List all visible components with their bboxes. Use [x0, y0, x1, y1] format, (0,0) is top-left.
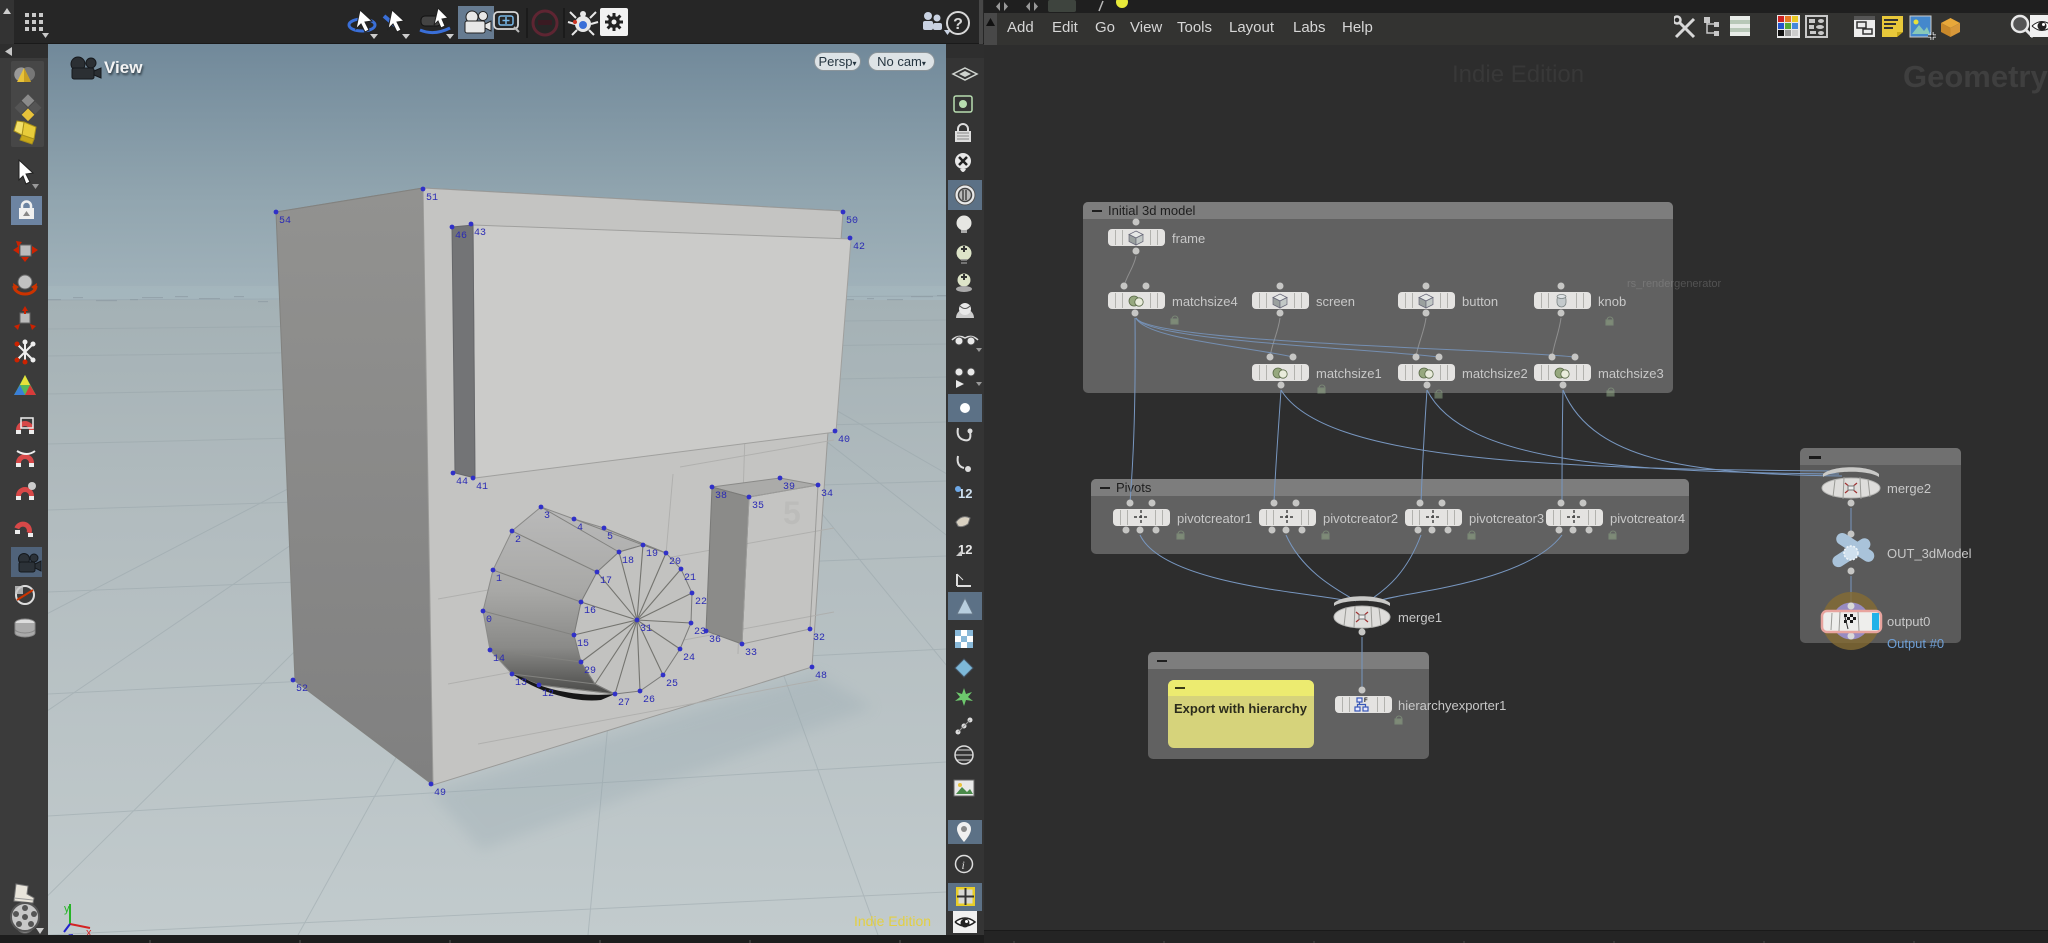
svg-text:25: 25 [666, 679, 678, 690]
svg-text:5: 5 [607, 532, 613, 543]
svg-text:48: 48 [815, 671, 827, 682]
svg-text:35: 35 [752, 501, 764, 512]
svg-text:2: 2 [515, 535, 521, 546]
svg-text:i: i [962, 858, 965, 872]
svg-text:50: 50 [846, 216, 858, 227]
svg-text:17: 17 [600, 576, 612, 587]
svg-text:3: 3 [544, 511, 550, 522]
svg-text:5: 5 [783, 495, 801, 531]
svg-text:12: 12 [542, 689, 554, 700]
svg-text:y: y [64, 903, 70, 915]
svg-text:49: 49 [434, 788, 446, 799]
svg-text:43: 43 [474, 228, 486, 239]
svg-text:31: 31 [640, 624, 652, 635]
svg-text:36: 36 [709, 635, 721, 646]
svg-text:27: 27 [618, 698, 630, 709]
svg-text:13: 13 [515, 678, 527, 689]
svg-text:21: 21 [684, 573, 696, 584]
svg-text:34: 34 [821, 489, 833, 500]
svg-text:41: 41 [476, 482, 488, 493]
svg-text:F: F [1364, 698, 1368, 704]
svg-text:33: 33 [745, 648, 757, 659]
svg-text:26: 26 [643, 695, 655, 706]
svg-text:54: 54 [279, 216, 291, 227]
svg-text:x: x [86, 927, 92, 935]
svg-text:29: 29 [584, 666, 596, 677]
svg-text:15: 15 [577, 639, 589, 650]
svg-text:46: 46 [455, 231, 467, 242]
svg-text:18: 18 [622, 556, 634, 567]
svg-text:39: 39 [783, 482, 795, 493]
svg-text:14: 14 [493, 654, 505, 665]
svg-text:Indie Edition: Indie Edition [854, 913, 931, 929]
svg-text:44: 44 [456, 477, 468, 488]
svg-text:40: 40 [838, 435, 850, 446]
svg-text:52: 52 [296, 684, 308, 695]
svg-text:32: 32 [813, 633, 825, 644]
svg-text:4: 4 [577, 523, 583, 534]
svg-text:0: 0 [486, 615, 492, 626]
svg-text:24: 24 [683, 653, 695, 664]
svg-text:20: 20 [669, 557, 681, 568]
svg-text:22: 22 [695, 597, 707, 608]
svg-text:38: 38 [715, 491, 727, 502]
svg-text:1: 1 [496, 574, 502, 585]
svg-text:16: 16 [584, 606, 596, 617]
svg-text:51: 51 [426, 193, 438, 204]
svg-text:42: 42 [853, 242, 865, 253]
svg-text:19: 19 [646, 549, 658, 560]
svg-text:?: ? [953, 16, 963, 33]
